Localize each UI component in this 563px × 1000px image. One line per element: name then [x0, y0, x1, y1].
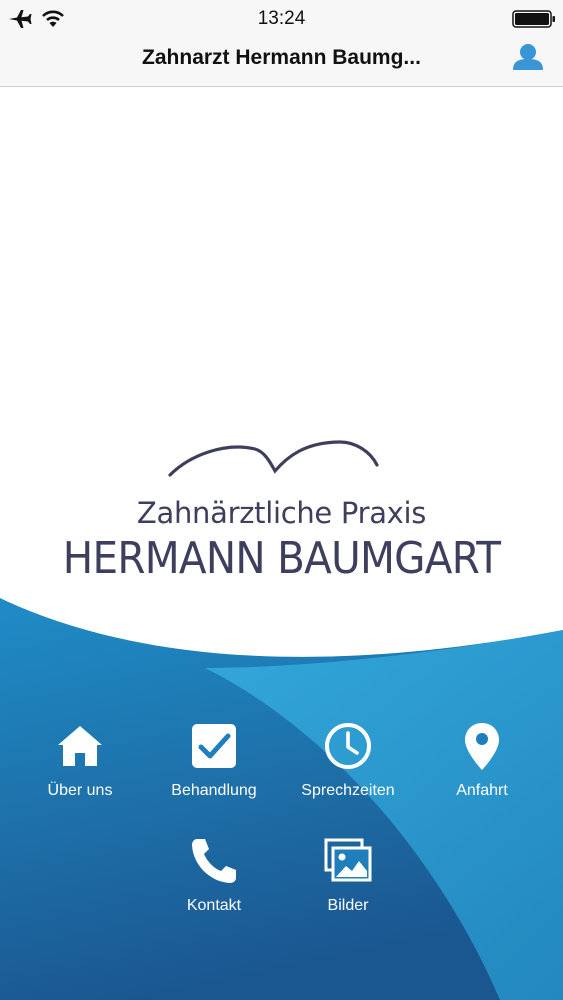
phone-icon [192, 839, 236, 883]
menu-item-label: Kontakt [186, 897, 242, 914]
clock-icon [325, 723, 371, 769]
menu-item-label: Sprechzeiten [301, 782, 395, 799]
menu-item-anfahrt[interactable]: Anfahrt [422, 720, 542, 820]
logo-practice-name: HERMANN BAUMGART [62, 533, 501, 584]
status-bar: 13:24 [0, 0, 563, 40]
status-time: 13:24 [257, 8, 306, 29]
user-profile-icon[interactable] [506, 40, 550, 80]
images-icon [324, 838, 372, 882]
menu-item-label: Anfahrt [456, 782, 508, 799]
menu-item-kontakt[interactable]: Kontakt [154, 835, 274, 935]
page-title: Zahnarzt Hermann Baumg... [142, 46, 421, 69]
menu-item-ueber-uns[interactable]: Über uns [20, 720, 140, 820]
battery-icon [512, 10, 555, 28]
home-icon [58, 726, 102, 766]
logo-birds-icon [168, 440, 379, 477]
menu-item-bilder[interactable]: Bilder [288, 835, 408, 935]
navigation-bar: Zahnarzt Hermann Baumg... [0, 40, 563, 87]
menu-item-label: Bilder [327, 897, 369, 914]
menu-item-label: Über uns [47, 782, 113, 799]
map-pin-icon [465, 723, 499, 770]
menu-item-sprechzeiten[interactable]: Sprechzeiten [288, 720, 408, 820]
checkbox-icon [192, 724, 236, 768]
menu-item-label: Behandlung [171, 782, 257, 799]
menu-item-behandlung[interactable]: Behandlung [154, 720, 274, 820]
logo-subtitle: Zahnärztliche Praxis [136, 496, 427, 530]
